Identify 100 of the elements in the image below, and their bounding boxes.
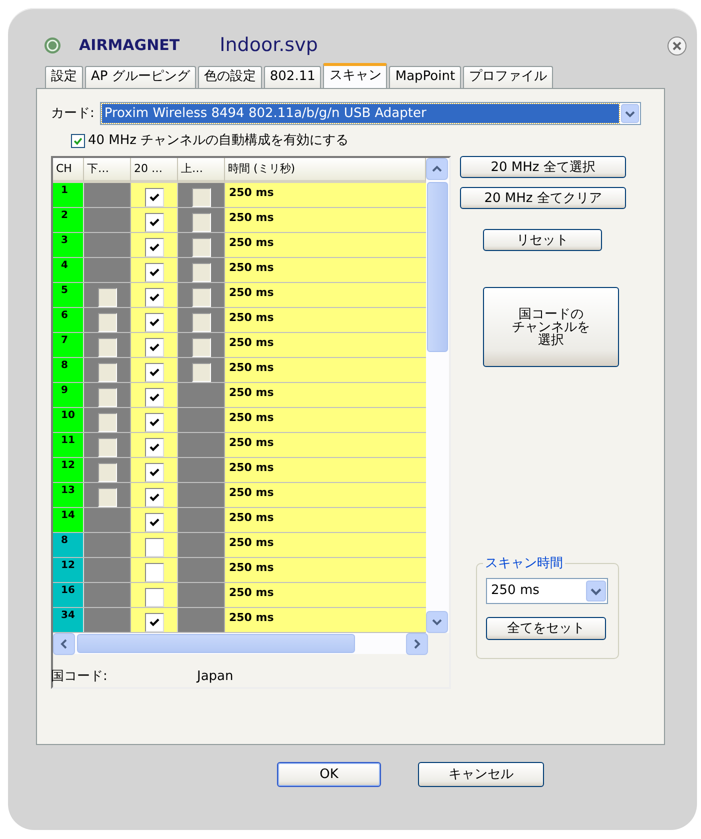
country-channels-button[interactable]: 国コードの チャンネルを 選択 <box>483 287 619 367</box>
close-icon[interactable] <box>667 36 687 56</box>
disabled-cell <box>178 508 225 532</box>
reset-button[interactable]: リセット <box>483 229 602 251</box>
tab[interactable]: スキャン <box>323 63 388 88</box>
horizontal-scrollbar[interactable] <box>53 633 428 654</box>
scroll-down-icon[interactable] <box>426 611 448 633</box>
cancel-button[interactable]: キャンセル <box>418 762 544 787</box>
column-header[interactable]: 時間 (ミリ秒) <box>225 158 426 183</box>
vertical-scrollbar[interactable] <box>426 158 449 633</box>
checkbox[interactable] <box>98 388 116 406</box>
checkbox[interactable] <box>144 312 164 332</box>
checkbox[interactable] <box>192 312 210 332</box>
scan-time-dropdown[interactable]: 250 ms <box>486 578 608 604</box>
tab[interactable]: 設定 <box>45 66 83 88</box>
scrollbar-thumb[interactable] <box>427 182 448 352</box>
checkbox[interactable] <box>192 188 210 206</box>
logo-icon <box>44 37 61 54</box>
time-cell: 250 ms <box>225 183 426 207</box>
time-cell: 250 ms <box>225 408 426 432</box>
checkbox[interactable] <box>144 538 164 556</box>
checkbox[interactable] <box>98 462 116 482</box>
time-cell: 250 ms <box>225 333 426 357</box>
time-cell: 250 ms <box>225 383 426 407</box>
checkbox[interactable] <box>98 288 116 306</box>
disabled-cell <box>84 558 131 582</box>
scroll-right-icon[interactable] <box>406 632 428 654</box>
checkbox[interactable] <box>98 338 116 356</box>
time-cell: 250 ms <box>225 558 426 582</box>
checkbox[interactable] <box>192 238 210 256</box>
disabled-cell <box>178 483 225 507</box>
checkbox[interactable] <box>144 362 164 382</box>
ok-button[interactable]: OK <box>277 762 381 787</box>
disabled-cell <box>178 533 225 557</box>
checkbox[interactable] <box>144 438 164 456</box>
column-header[interactable]: 20 … <box>131 158 178 183</box>
channel-cell: 8 <box>53 533 84 557</box>
checkbox[interactable] <box>71 134 85 148</box>
disabled-cell <box>178 433 225 457</box>
checkbox[interactable] <box>192 212 210 232</box>
channel-cell: 2 <box>53 208 84 232</box>
select-all-button[interactable]: 20 MHz 全て選択 <box>460 156 626 178</box>
channel-cell: 12 <box>53 558 84 582</box>
tab[interactable]: AP グルーピング <box>85 66 196 88</box>
checkbox[interactable] <box>98 362 116 382</box>
time-cell: 250 ms <box>225 308 426 332</box>
checkbox[interactable] <box>144 262 164 282</box>
channel-cell: 9 <box>53 383 84 407</box>
channel-cell: 6 <box>53 308 84 332</box>
checkbox[interactable] <box>144 212 164 232</box>
disabled-cell <box>84 183 131 207</box>
checkbox[interactable] <box>144 238 164 256</box>
tab[interactable]: 802.11 <box>264 66 322 88</box>
time-cell: 250 ms <box>225 433 426 457</box>
checkbox[interactable] <box>144 562 164 582</box>
channel-cell: 13 <box>53 483 84 507</box>
time-cell: 250 ms <box>225 533 426 557</box>
column-header[interactable]: 上… <box>178 158 225 183</box>
checkbox[interactable] <box>144 588 164 606</box>
time-cell: 250 ms <box>225 233 426 257</box>
checkbox[interactable] <box>144 612 164 632</box>
checkbox[interactable] <box>144 288 164 306</box>
time-cell: 250 ms <box>225 458 426 482</box>
window-title: Indoor.svp <box>220 33 318 58</box>
checkbox[interactable] <box>98 438 116 456</box>
checkbox[interactable] <box>144 488 164 506</box>
checkbox[interactable] <box>144 462 164 482</box>
set-all-button[interactable]: 全てをセット <box>486 617 606 640</box>
checkbox[interactable] <box>192 262 210 282</box>
checkbox[interactable] <box>144 338 164 356</box>
checkbox[interactable] <box>144 412 164 432</box>
disabled-cell <box>84 533 131 557</box>
country-value: Japan <box>197 668 234 686</box>
checkbox-label: 40 MHz チャンネルの自動構成を有効にする <box>88 132 349 150</box>
checkbox[interactable] <box>144 512 164 532</box>
card-dropdown[interactable]: Proxim Wireless 8494 802.11a/b/g/n USB Adapter <box>100 102 642 125</box>
tab[interactable]: MapPoint <box>389 66 462 88</box>
checkbox[interactable] <box>144 188 164 206</box>
disabled-cell <box>178 583 225 607</box>
checkbox[interactable] <box>98 488 116 506</box>
tab[interactable]: プロファイル <box>463 66 554 88</box>
checkbox[interactable] <box>98 312 116 332</box>
disabled-cell <box>178 458 225 482</box>
time-cell: 250 ms <box>225 583 426 607</box>
checkbox[interactable] <box>192 288 210 306</box>
disabled-cell <box>84 208 131 232</box>
clear-all-button[interactable]: 20 MHz 全てクリア <box>460 187 626 209</box>
tab[interactable]: 色の設定 <box>198 66 262 88</box>
disabled-cell <box>84 608 131 632</box>
scrollbar-thumb[interactable] <box>77 634 355 653</box>
scroll-left-icon[interactable] <box>53 632 75 654</box>
disabled-cell <box>178 558 225 582</box>
channel-cell: 34 <box>53 608 84 632</box>
checkbox[interactable] <box>144 388 164 406</box>
checkbox[interactable] <box>192 338 210 356</box>
checkbox[interactable] <box>192 362 210 382</box>
checkbox[interactable] <box>98 412 116 432</box>
column-header[interactable]: CH <box>53 158 84 183</box>
scroll-up-icon[interactable] <box>426 158 448 180</box>
column-header[interactable]: 下… <box>84 158 131 183</box>
